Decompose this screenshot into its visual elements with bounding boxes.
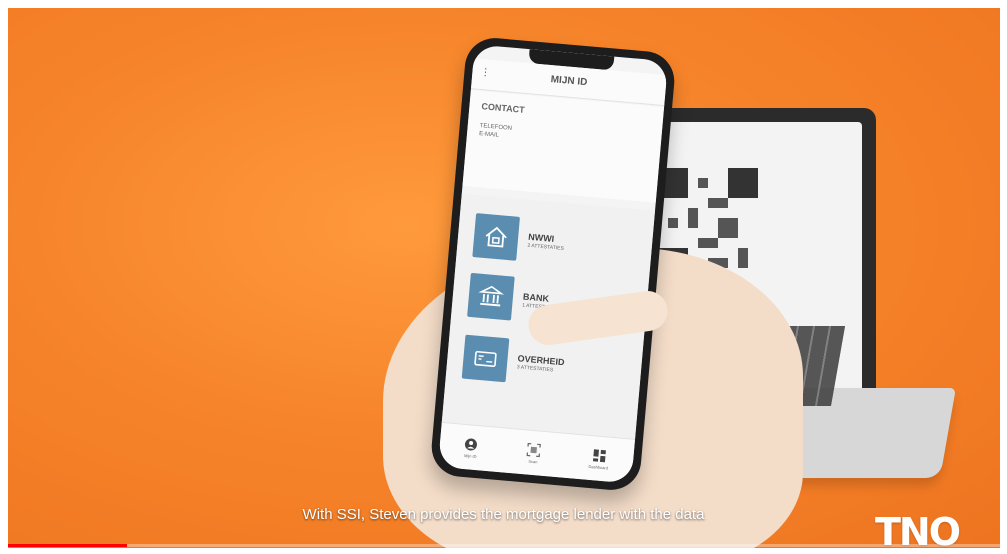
dashboard-icon	[592, 448, 606, 462]
qr-scan-icon	[526, 442, 542, 457]
video-progress-bar[interactable]	[8, 544, 1000, 547]
video-subtitle: With SSI, Steven provides the mortgage l…	[302, 506, 705, 523]
bank-icon	[467, 272, 515, 321]
id-card-icon	[461, 334, 510, 383]
nav-dashboard[interactable]: Dashboard	[588, 447, 609, 470]
nav-scan[interactable]: Scan	[526, 442, 542, 464]
tno-logo: TNO	[875, 510, 961, 554]
nav-label: Mijn ID	[463, 452, 477, 459]
nav-label: Scan	[528, 458, 538, 464]
video-progress-fill	[8, 544, 128, 547]
card-nwwi[interactable]: NWWI 2 ATTESTATIES	[472, 213, 566, 265]
video-frame[interactable]: ⋮ MIJN ID CONTACT TELEFOON E-MAIL NWWI 2…	[8, 8, 1000, 548]
nav-label: Dashboard	[588, 463, 609, 471]
menu-icon[interactable]: ⋮	[480, 67, 491, 79]
contact-section: CONTACT TELEFOON E-MAIL	[462, 90, 665, 203]
house-icon	[472, 213, 520, 261]
phone: ⋮ MIJN ID CONTACT TELEFOON E-MAIL NWWI 2…	[429, 35, 677, 493]
phone-screen: ⋮ MIJN ID CONTACT TELEFOON E-MAIL NWWI 2…	[437, 44, 669, 484]
user-icon	[465, 438, 478, 451]
nav-mijn-id[interactable]: Mijn ID	[463, 436, 479, 459]
app-title: MIJN ID	[550, 74, 588, 89]
